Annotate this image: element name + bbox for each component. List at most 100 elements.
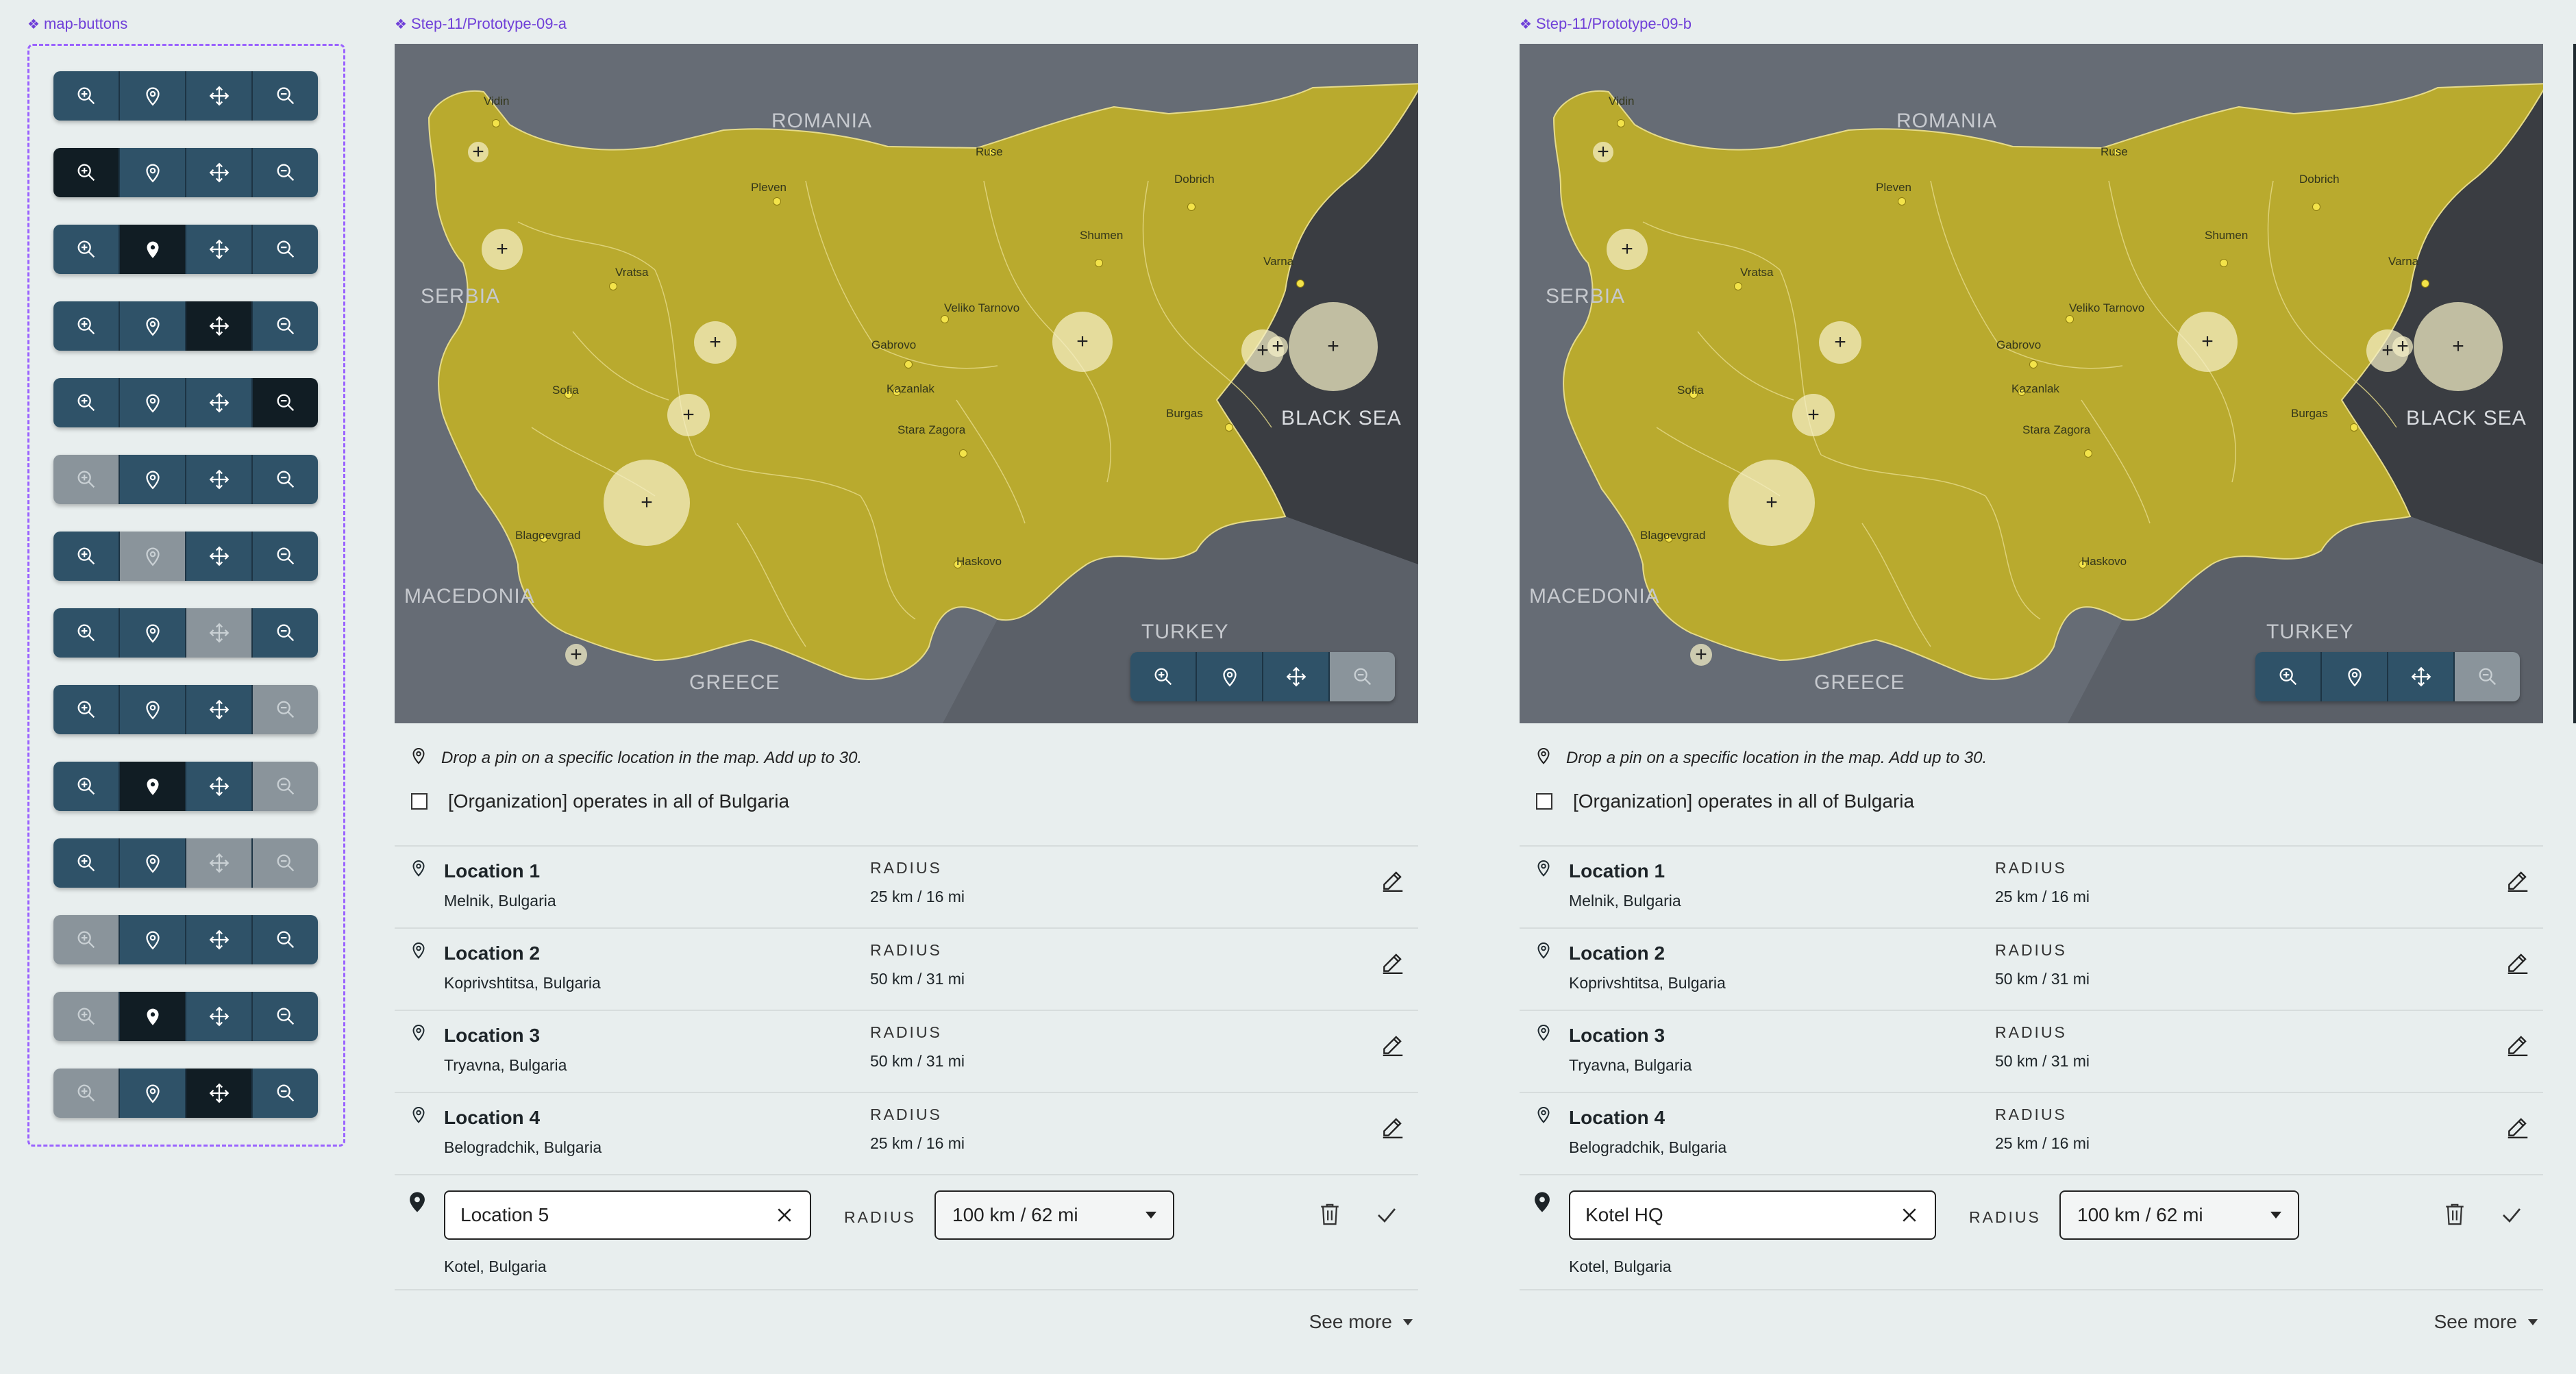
move-button[interactable] bbox=[186, 1069, 253, 1118]
operates-all-row[interactable]: [Organization] operates in all of Bulgar… bbox=[1536, 790, 1914, 812]
move-button[interactable] bbox=[186, 378, 253, 427]
zoom-out-button[interactable] bbox=[253, 301, 318, 351]
clear-icon[interactable] bbox=[1899, 1205, 1920, 1225]
zoom-in-button[interactable] bbox=[53, 838, 120, 888]
zoom-out-button[interactable] bbox=[253, 1069, 318, 1118]
operates-all-checkbox[interactable] bbox=[411, 793, 428, 810]
zoom-in-button[interactable] bbox=[53, 301, 120, 351]
location-radius-marker[interactable]: + bbox=[2414, 302, 2503, 391]
zoom-in-button[interactable] bbox=[53, 762, 120, 811]
zoom-out-button[interactable] bbox=[253, 915, 318, 964]
operates-all-row[interactable]: [Organization] operates in all of Bulgar… bbox=[411, 790, 789, 812]
location-radius-marker[interactable]: + bbox=[1690, 644, 1712, 666]
radius-select[interactable]: 100 km / 62 mi bbox=[2059, 1190, 2299, 1240]
location-radius-marker[interactable]: + bbox=[694, 321, 736, 364]
map-pin-button[interactable] bbox=[120, 762, 186, 811]
scroll-edge[interactable] bbox=[2573, 44, 2576, 723]
edit-icon[interactable] bbox=[2505, 1114, 2531, 1140]
trash-icon[interactable] bbox=[1318, 1201, 1341, 1227]
location-radius-marker[interactable]: + bbox=[667, 394, 710, 436]
move-button[interactable] bbox=[2388, 652, 2455, 701]
map-pin-button[interactable] bbox=[120, 378, 186, 427]
zoom-in-button[interactable] bbox=[1130, 652, 1197, 701]
edit-icon[interactable] bbox=[1380, 949, 1406, 975]
map-pin-button[interactable] bbox=[120, 838, 186, 888]
location-radius-marker[interactable]: + bbox=[1729, 460, 1815, 546]
move-button[interactable] bbox=[186, 455, 253, 504]
zoom-out-button[interactable] bbox=[253, 455, 318, 504]
check-icon[interactable] bbox=[1374, 1203, 1399, 1227]
move-button[interactable] bbox=[186, 225, 253, 274]
see-more-button[interactable]: See more bbox=[2434, 1311, 2538, 1333]
radius-label: RADIUS bbox=[1995, 1023, 2067, 1041]
zoom-in-button[interactable] bbox=[53, 71, 120, 121]
map-canvas[interactable]: ROMANIA SERBIA MACEDONIA GREECE TURKEY BLACK … bbox=[395, 44, 1418, 723]
move-button[interactable] bbox=[186, 532, 253, 581]
edit-icon[interactable] bbox=[1380, 867, 1406, 893]
move-button[interactable] bbox=[186, 301, 253, 351]
map-pin-button[interactable] bbox=[120, 71, 186, 121]
location-name-input[interactable] bbox=[460, 1204, 774, 1226]
zoom-out-button[interactable] bbox=[253, 608, 318, 658]
zoom-in-button[interactable] bbox=[53, 685, 120, 734]
edit-icon[interactable] bbox=[2505, 949, 2531, 975]
zoom-out-button[interactable] bbox=[253, 378, 318, 427]
location-radius-marker[interactable]: + bbox=[1289, 302, 1378, 391]
zoom-out-button[interactable] bbox=[253, 148, 318, 197]
edit-icon[interactable] bbox=[1380, 1114, 1406, 1140]
radius-select[interactable]: 100 km / 62 mi bbox=[934, 1190, 1174, 1240]
map-pin-button[interactable] bbox=[120, 685, 186, 734]
location-radius-marker[interactable]: + bbox=[1593, 142, 1613, 162]
location-radius-marker[interactable]: + bbox=[482, 229, 523, 270]
map-pin-button[interactable] bbox=[2322, 652, 2388, 701]
move-button[interactable] bbox=[186, 71, 253, 121]
zoom-in-button[interactable] bbox=[53, 378, 120, 427]
zoom-out-button[interactable] bbox=[253, 71, 318, 121]
map-pin-button[interactable] bbox=[120, 608, 186, 658]
location-radius-marker[interactable]: + bbox=[1819, 321, 1861, 364]
check-icon[interactable] bbox=[2499, 1203, 2524, 1227]
location-name-input[interactable] bbox=[1585, 1204, 1899, 1226]
move-button[interactable] bbox=[186, 762, 253, 811]
location-radius-marker[interactable]: + bbox=[1792, 394, 1835, 436]
map-pin-button[interactable] bbox=[120, 1069, 186, 1118]
move-button[interactable] bbox=[1263, 652, 1330, 701]
trash-icon[interactable] bbox=[2443, 1201, 2466, 1227]
operates-all-checkbox[interactable] bbox=[1536, 793, 1552, 810]
zoom-in-button[interactable] bbox=[53, 225, 120, 274]
location-radius-marker[interactable]: + bbox=[1052, 312, 1113, 372]
location-name-field[interactable] bbox=[444, 1190, 811, 1240]
zoom-in-button[interactable] bbox=[53, 148, 120, 197]
location-radius-marker[interactable]: + bbox=[1607, 229, 1648, 270]
zoom-in-button[interactable] bbox=[53, 608, 120, 658]
location-radius-marker[interactable]: + bbox=[1267, 336, 1288, 357]
edit-icon[interactable] bbox=[2505, 867, 2531, 893]
map-canvas[interactable]: ROMANIA SERBIA MACEDONIA GREECE TURKEY BLACK … bbox=[1520, 44, 2543, 723]
zoom-out-button[interactable] bbox=[253, 225, 318, 274]
edit-icon[interactable] bbox=[2505, 1032, 2531, 1058]
zoom-out-button[interactable] bbox=[253, 992, 318, 1041]
location-radius-marker[interactable]: + bbox=[2392, 336, 2413, 357]
location-radius-marker[interactable]: + bbox=[468, 142, 488, 162]
zoom-out-button[interactable] bbox=[253, 532, 318, 581]
location-radius-marker[interactable]: + bbox=[565, 644, 587, 666]
map-pin-button[interactable] bbox=[120, 455, 186, 504]
location-radius-marker[interactable]: + bbox=[2177, 312, 2238, 372]
move-button[interactable] bbox=[186, 915, 253, 964]
zoom-in-button[interactable] bbox=[53, 532, 120, 581]
zoom-in-button[interactable] bbox=[2255, 652, 2322, 701]
map-pin-button[interactable] bbox=[120, 301, 186, 351]
location-name-field[interactable] bbox=[1569, 1190, 1936, 1240]
map-pin-button[interactable] bbox=[120, 992, 186, 1041]
move-button[interactable] bbox=[186, 685, 253, 734]
location-radius-marker[interactable]: + bbox=[604, 460, 690, 546]
map-pin-button[interactable] bbox=[120, 225, 186, 274]
map-pin-button[interactable] bbox=[120, 915, 186, 964]
move-button[interactable] bbox=[186, 992, 253, 1041]
edit-icon[interactable] bbox=[1380, 1032, 1406, 1058]
map-pin-button[interactable] bbox=[1197, 652, 1263, 701]
move-button[interactable] bbox=[186, 148, 253, 197]
map-pin-button[interactable] bbox=[120, 148, 186, 197]
see-more-button[interactable]: See more bbox=[1309, 1311, 1413, 1333]
clear-icon[interactable] bbox=[774, 1205, 795, 1225]
